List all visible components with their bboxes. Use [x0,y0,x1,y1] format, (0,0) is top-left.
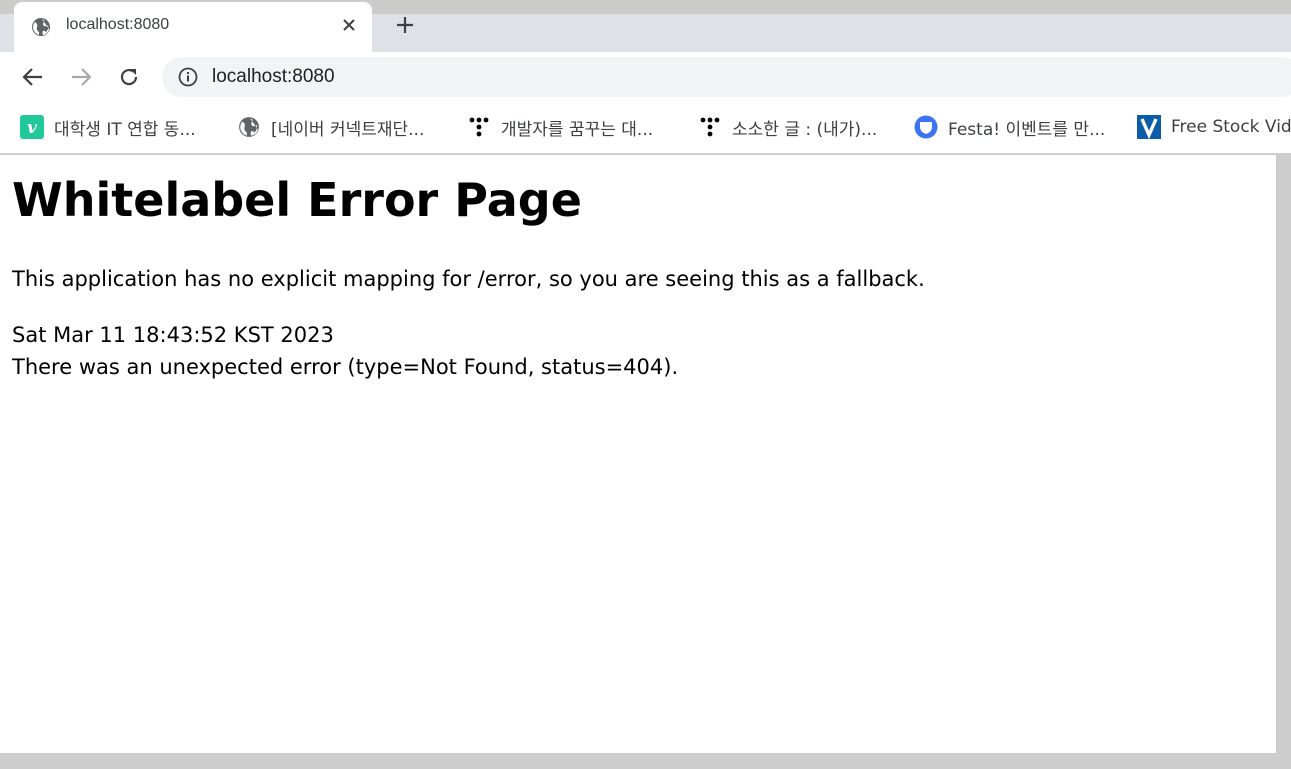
error-description: This application has no explicit mapping… [12,267,925,291]
info-icon[interactable] [178,67,198,87]
v-letter-icon: v [20,115,44,139]
bookmark-label: [네이버 커넥트재단... [271,119,425,140]
browser-toolbar [0,52,1291,102]
tab-localhost[interactable]: localhost:8080 [14,2,372,52]
bookmark-item[interactable]: [네이버 커넥트재단... [237,112,424,142]
arrow-right-icon [72,68,92,86]
bookmark-label: Free Stock Video [1171,117,1291,137]
tab-title: localhost:8080 [66,16,170,33]
page-content: Whitelabel Error Page This application h… [0,155,1276,753]
arrow-left-icon [22,68,42,86]
close-tab-icon[interactable] [338,14,360,36]
bookmarks-bar: v 대학생 IT 연합 동... [네이버 커넥트재단... 개발자를 꿈꾸는 … [0,102,1291,154]
bookmark-label: Festa! 이벤트를 만... [948,119,1106,140]
globe-icon [237,115,261,139]
festa-shield-icon [914,115,938,139]
bookmark-item[interactable]: Festa! 이벤트를 만... [914,112,1105,142]
bookmark-label: 소소한 글 : (내가)... [732,119,878,140]
tistory-dots-icon [698,115,722,139]
bookmark-item[interactable]: v 대학생 IT 연합 동... [20,112,196,142]
tistory-dots-icon [467,115,491,139]
svg-text:v: v [27,118,38,138]
back-button[interactable] [20,64,46,90]
forward-button[interactable] [68,64,94,90]
bookmark-item[interactable]: 소소한 글 : (내가)... [698,112,877,142]
address-input[interactable] [212,65,812,89]
v-square-icon [1137,115,1161,139]
bookmark-item[interactable]: 개발자를 꿈꾸는 대... [467,112,653,142]
bookmark-label: 개발자를 꿈꾸는 대... [501,119,654,140]
reload-icon [120,68,138,86]
address-bar[interactable] [162,57,1291,97]
error-detail: There was an unexpected error (type=Not … [12,355,679,379]
plus-icon [397,17,413,33]
error-timestamp: Sat Mar 11 18:43:52 KST 2023 [12,323,334,347]
reload-button[interactable] [116,64,142,90]
new-tab-button[interactable] [392,12,418,38]
bookmark-label: 대학생 IT 연합 동... [54,119,196,140]
bookmark-item[interactable]: Free Stock Video [1137,112,1291,142]
browser-title-bar: localhost:8080 [0,0,1291,52]
page-title: Whitelabel Error Page [12,173,582,227]
globe-icon [31,17,51,37]
